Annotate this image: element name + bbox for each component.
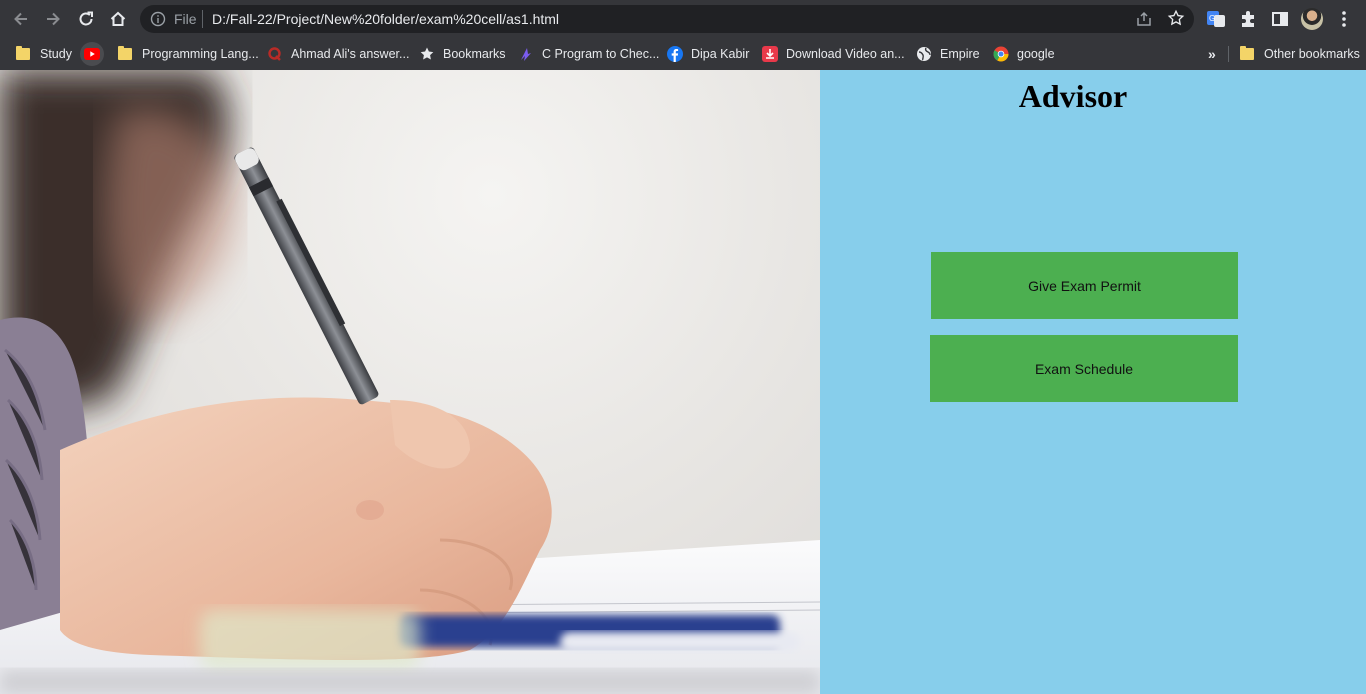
download-icon: [762, 46, 778, 62]
bookmark-quora[interactable]: Ahmad Ali's answer...: [267, 44, 409, 64]
back-button[interactable]: [9, 7, 33, 31]
profile-avatar[interactable]: [1301, 8, 1323, 30]
reload-button[interactable]: [74, 7, 98, 31]
bookmark-label: Dipa Kabir: [691, 47, 750, 61]
bookmark-label: Empire: [940, 47, 980, 61]
other-bookmarks[interactable]: Other bookmarks: [1240, 44, 1360, 64]
bookmark-download-video[interactable]: Download Video an...: [762, 44, 905, 64]
extensions-icon[interactable]: [1238, 9, 1258, 29]
bookmarks-overflow-button[interactable]: »: [1208, 44, 1216, 64]
bookmark-google[interactable]: google: [993, 44, 1055, 64]
url-text[interactable]: D:/Fall-22/Project/New%20folder/exam%20c…: [212, 11, 559, 27]
google-translate-icon[interactable]: G: [1206, 9, 1226, 29]
home-icon: [110, 11, 126, 26]
page-title: Advisor: [1018, 78, 1128, 114]
page-viewport: Advisor Give Exam Permit Exam Schedule: [0, 70, 1366, 694]
reload-icon: [79, 11, 93, 26]
arrow-left-icon: [14, 12, 27, 26]
arrow-right-icon: [47, 12, 60, 26]
bookmark-empire[interactable]: Empire: [916, 44, 980, 64]
hero-photo: [0, 70, 820, 694]
omnibox-divider: [202, 10, 203, 28]
info-icon[interactable]: [150, 11, 166, 27]
forward-button[interactable]: [41, 7, 65, 31]
bookmark-label: Other bookmarks: [1264, 47, 1360, 61]
bookmark-star-icon[interactable]: [1167, 9, 1185, 27]
bookmark-label: Download Video an...: [786, 47, 905, 61]
bookmark-facebook[interactable]: Dipa Kabir: [667, 44, 749, 64]
scheme-label: File: [174, 11, 197, 27]
bookmarks-bar: Study Programming Lang... Ahmad Ali's an…: [0, 38, 1366, 70]
writing-hand-illustration: [0, 70, 820, 694]
svg-text:G: G: [1209, 14, 1215, 23]
bookmark-study[interactable]: Study: [16, 44, 72, 64]
home-button[interactable]: [106, 7, 130, 31]
address-bar[interactable]: File D:/Fall-22/Project/New%20folder/exa…: [140, 5, 1194, 33]
exam-schedule-button[interactable]: Exam Schedule: [930, 335, 1238, 402]
facebook-icon: [667, 46, 683, 62]
star-icon: [420, 47, 434, 60]
bookmark-label: Programming Lang...: [142, 47, 259, 61]
menu-kebab-icon[interactable]: [1334, 9, 1354, 29]
bookmark-programming[interactable]: Programming Lang...: [118, 44, 259, 64]
bookmark-label: Bookmarks: [443, 47, 506, 61]
youtube-icon: [84, 48, 100, 60]
bookmark-label: google: [1017, 47, 1055, 61]
folder-icon: [118, 46, 132, 60]
folder-icon: [1240, 46, 1254, 60]
browser-toolbar: File D:/Fall-22/Project/New%20folder/exa…: [0, 0, 1366, 38]
side-panel-icon[interactable]: [1270, 9, 1290, 29]
bookmarks-divider: [1228, 46, 1229, 62]
give-exam-permit-button[interactable]: Give Exam Permit: [931, 252, 1238, 319]
site-icon: [521, 48, 531, 61]
advisor-panel: Advisor Give Exam Permit Exam Schedule: [820, 70, 1366, 694]
bookmark-label: C Program to Chec...: [542, 47, 660, 61]
quora-icon: [268, 47, 281, 61]
bookmark-label: Study: [40, 47, 72, 61]
share-icon[interactable]: [1135, 10, 1153, 28]
bookmark-c-program[interactable]: C Program to Chec...: [518, 44, 659, 64]
bookmark-youtube[interactable]: [80, 42, 104, 66]
bookmark-label: Ahmad Ali's answer...: [291, 47, 410, 61]
globe-icon: [917, 47, 931, 61]
folder-icon: [16, 46, 30, 60]
chrome-icon: [993, 46, 1009, 62]
bookmark-bookmarks[interactable]: Bookmarks: [419, 44, 506, 64]
